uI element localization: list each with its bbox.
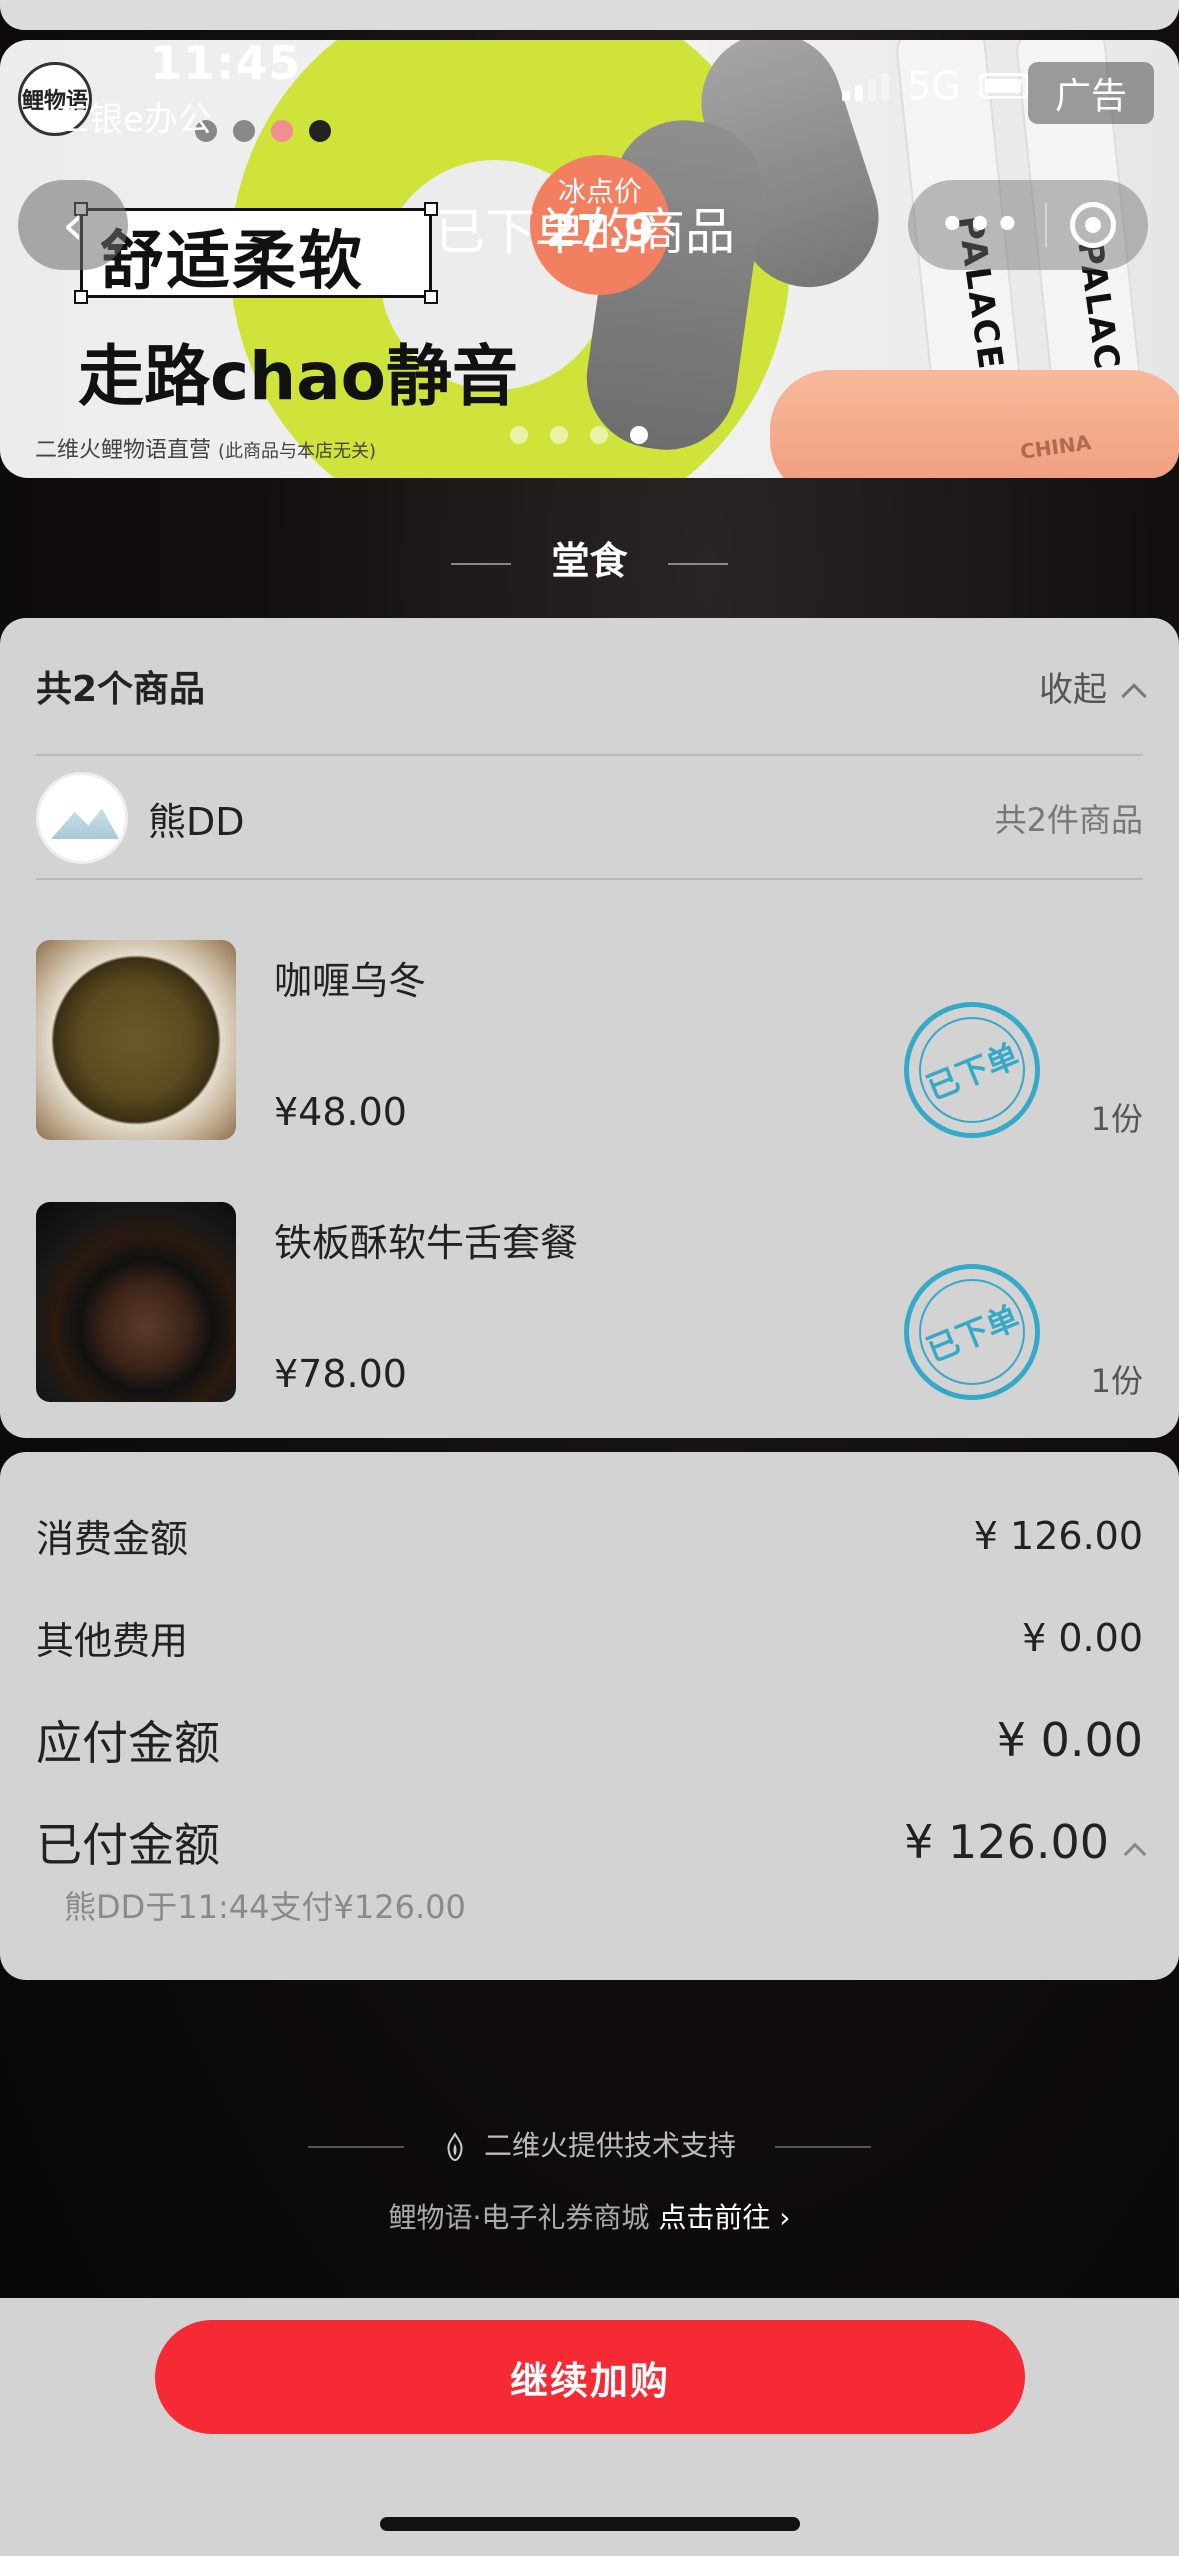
ad-logo-dots bbox=[195, 120, 331, 142]
carousel-dot-active[interactable] bbox=[630, 426, 648, 444]
more-icon[interactable]: ••• bbox=[940, 202, 1023, 248]
back-button[interactable]: ‹ bbox=[18, 180, 128, 270]
mall-text: 鲤物语·电子礼券商城 bbox=[388, 2201, 650, 2234]
order-items-card: 共2个商品 收起 熊DD 共2件商品 咖喱乌冬 ¥48.00 已下单 1份 铁板… bbox=[0, 618, 1179, 1438]
paid-note: 熊DD于11:44支付¥126.00 bbox=[64, 1888, 466, 1926]
fee-label: 已付金额 bbox=[36, 1818, 220, 1872]
carousel-dot[interactable] bbox=[510, 426, 528, 444]
flame-icon bbox=[447, 2132, 463, 2162]
fee-row-other: 其他费用 ¥ 0.00 bbox=[36, 1610, 1143, 1665]
ad-brand-footer: 二维火鲤物语直营 bbox=[35, 438, 212, 463]
fee-row-paid[interactable]: 已付金额 ¥ 126.00 bbox=[36, 1809, 1147, 1875]
dish-image bbox=[36, 940, 236, 1140]
section-heading: 堂食 bbox=[0, 530, 1179, 585]
order-item[interactable]: 铁板酥软牛舌套餐 ¥78.00 已下单 1份 bbox=[36, 1202, 1143, 1402]
fee-label: 消费金额 bbox=[36, 1517, 189, 1561]
ordered-stamp-text: 已下单 bbox=[921, 1298, 1025, 1370]
ad-subline: 走路chao静音 bbox=[78, 338, 518, 415]
carousel-dots[interactable] bbox=[510, 426, 648, 444]
tech-support: 二维火提供技术支持 bbox=[0, 2124, 1179, 2164]
payment-summary-card: 消费金额 ¥ 126.00 其他费用 ¥ 0.00 应付金额 ¥ 0.00 已付… bbox=[0, 1452, 1179, 1980]
ordered-stamp-text: 已下单 bbox=[921, 1036, 1025, 1108]
top-sheet-edge bbox=[0, 0, 1179, 30]
dish-price: ¥78.00 bbox=[274, 1352, 407, 1396]
mini-program-capsule[interactable]: ••• bbox=[908, 180, 1148, 270]
network-label: 5G bbox=[907, 64, 961, 108]
carousel-dot[interactable] bbox=[550, 426, 568, 444]
capsule-divider bbox=[1045, 203, 1048, 247]
ordered-stamp: 已下单 bbox=[904, 1002, 1040, 1138]
chevron-up-icon[interactable] bbox=[1123, 1842, 1147, 1866]
battery-icon bbox=[978, 73, 1029, 99]
ad-tag[interactable]: 广告 bbox=[1028, 62, 1154, 124]
divider bbox=[308, 2146, 405, 2148]
fee-row-consumption: 消费金额 ¥ 126.00 bbox=[36, 1508, 1143, 1563]
page-title: 已下单的商品 bbox=[435, 203, 735, 261]
carousel-dot[interactable] bbox=[590, 426, 608, 444]
dish-name: 咖喱乌冬 bbox=[274, 959, 427, 1003]
fee-label: 其他费用 bbox=[36, 1619, 189, 1663]
signal-icon bbox=[842, 71, 889, 101]
close-target-icon[interactable] bbox=[1070, 202, 1117, 248]
mall-link-row[interactable]: 鲤物语·电子礼券商城 点击前往 › bbox=[0, 2196, 1179, 2236]
status-carrier-sub: 工银e办公 bbox=[55, 100, 212, 140]
ad-headline: 舒适柔软 bbox=[100, 225, 364, 299]
dish-image bbox=[36, 1202, 236, 1402]
dish-qty: 1份 bbox=[1090, 1100, 1143, 1138]
item-count-title: 共2个商品 bbox=[36, 669, 206, 710]
status-indicators: 5G bbox=[842, 64, 1029, 108]
dish-price: ¥48.00 bbox=[274, 1090, 407, 1134]
home-indicator bbox=[380, 2517, 800, 2531]
fee-value: ¥ 126.00 bbox=[904, 1815, 1109, 1869]
divider bbox=[451, 562, 512, 565]
tech-support-text: 二维火提供技术支持 bbox=[483, 2129, 736, 2162]
section-heading-text: 堂食 bbox=[551, 539, 628, 583]
fee-value: ¥ 0.00 bbox=[1022, 1615, 1143, 1660]
status-time: 11:45 bbox=[150, 36, 302, 90]
chevron-left-icon: ‹ bbox=[61, 192, 85, 258]
fee-row-payable: 应付金额 ¥ 0.00 bbox=[36, 1707, 1143, 1773]
ad-footer-note: (此商品与本店无关) bbox=[218, 441, 377, 462]
mall-link[interactable]: 点击前往 › bbox=[658, 2201, 790, 2234]
slipper-pink-image bbox=[770, 370, 1179, 478]
divider bbox=[774, 2146, 871, 2148]
dish-qty: 1份 bbox=[1090, 1362, 1143, 1400]
collapse-toggle[interactable]: 收起 bbox=[1039, 662, 1147, 711]
collapse-label: 收起 bbox=[1039, 669, 1107, 710]
dish-name: 铁板酥软牛舌套餐 bbox=[274, 1221, 579, 1265]
fee-value: ¥ 126.00 bbox=[973, 1513, 1143, 1558]
avatar bbox=[36, 772, 128, 864]
orderer-item-count: 共2件商品 bbox=[994, 801, 1143, 839]
ordered-stamp: 已下单 bbox=[904, 1264, 1040, 1400]
fee-value: ¥ 0.00 bbox=[996, 1713, 1143, 1767]
fee-label: 应付金额 bbox=[36, 1716, 220, 1770]
continue-ordering-button[interactable]: 继续加购 bbox=[155, 2320, 1025, 2434]
chevron-up-icon bbox=[1121, 682, 1147, 709]
order-items-header: 共2个商品 收起 bbox=[36, 618, 1147, 756]
orderer-name: 熊DD bbox=[148, 799, 245, 844]
order-item[interactable]: 咖喱乌冬 ¥48.00 已下单 1份 bbox=[36, 940, 1143, 1140]
ad-footer: 二维火鲤物语直营 (此商品与本店无关) bbox=[35, 432, 376, 464]
fee-value-wrap: ¥ 126.00 bbox=[904, 1815, 1147, 1869]
orderer-row: 熊DD 共2件商品 bbox=[36, 758, 1143, 880]
divider bbox=[667, 562, 728, 565]
